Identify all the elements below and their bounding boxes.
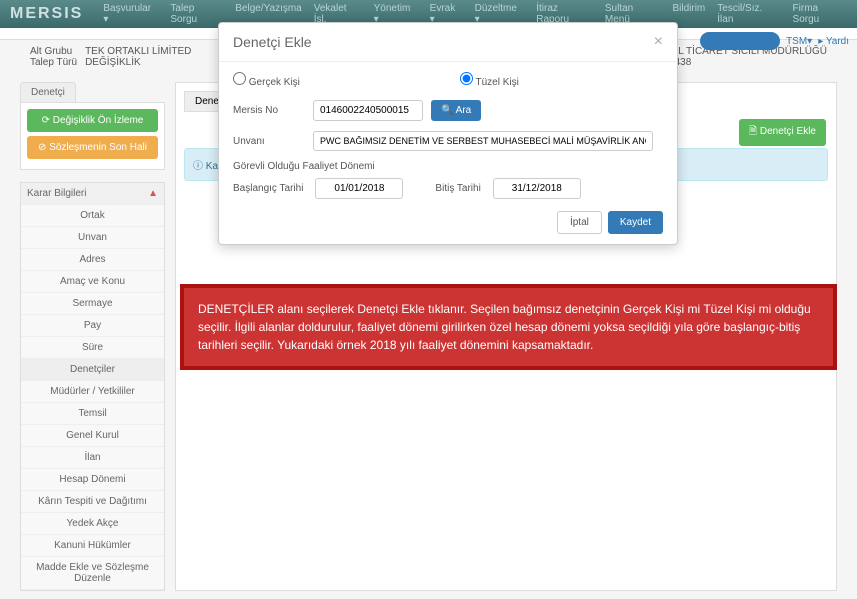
logo: MERSIS bbox=[10, 5, 83, 23]
talep-turu-value: DEĞİŞİKLİK bbox=[85, 57, 191, 68]
start-date-label: Başlangıç Tarihi bbox=[233, 183, 303, 194]
nav-bildirim[interactable]: Bildirim bbox=[672, 3, 705, 25]
radio-tuzel-kisi[interactable]: Tüzel Kişi bbox=[460, 72, 519, 88]
sidebar-tab[interactable]: Denetçi bbox=[20, 82, 76, 102]
sidebar-item-ortak[interactable]: Ortak bbox=[21, 205, 164, 227]
sidebar-item-sermaye[interactable]: Sermaye bbox=[21, 293, 164, 315]
warning-icon: ▲ bbox=[148, 188, 158, 199]
sidebar-item-madde-ekle[interactable]: Madde Ekle ve Sözleşme Düzenle bbox=[21, 557, 164, 590]
sidebar-item-pay[interactable]: Pay bbox=[21, 315, 164, 337]
sidebar-item-yedek-akce[interactable]: Yedek Akçe bbox=[21, 513, 164, 535]
sidebar-item-sure[interactable]: Süre bbox=[21, 337, 164, 359]
sidebar-item-temsil[interactable]: Temsil bbox=[21, 403, 164, 425]
unvani-input[interactable] bbox=[313, 131, 653, 151]
sidebar-item-kar-tespit[interactable]: Kârın Tespiti ve Dağıtımı bbox=[21, 491, 164, 513]
search-pill[interactable] bbox=[700, 32, 780, 50]
modal-header: Denetçi Ekle × bbox=[219, 23, 677, 62]
sidebar-item-ilan[interactable]: İlan bbox=[21, 447, 164, 469]
start-date-input[interactable] bbox=[315, 178, 403, 199]
mersis-no-label: Mersis No bbox=[233, 105, 305, 116]
sidebar-list: Karar Bilgileri ▲ Ortak Unvan Adres Amaç… bbox=[20, 182, 165, 591]
radio-gercek-kisi[interactable]: Gerçek Kişi bbox=[233, 72, 300, 88]
btn-save[interactable]: Kaydet bbox=[608, 211, 663, 234]
modal-title: Denetçi Ekle bbox=[233, 34, 312, 50]
instruction-callout: DENETÇİLER alanı seçilerek Denetçi Ekle … bbox=[180, 284, 837, 370]
alt-grubu-label: Alt Grubu bbox=[30, 46, 72, 57]
alt-grubu-value: TEK ORTAKLI LİMİTED bbox=[85, 46, 191, 57]
top-right-controls: TSM▾ ▸ Yardı bbox=[700, 32, 849, 50]
end-date-label: Bitiş Tarihi bbox=[435, 183, 480, 194]
nav-tescil[interactable]: Tescil/Sız. İlan bbox=[717, 3, 780, 25]
nav-firma[interactable]: Firma Sorgu bbox=[793, 3, 847, 25]
btn-cancel[interactable]: İptal bbox=[557, 211, 602, 234]
sidebar-item-denetciler[interactable]: Denetçiler bbox=[21, 359, 164, 381]
sidebar-item-adres[interactable]: Adres bbox=[21, 249, 164, 271]
help-link[interactable]: ▸ Yardı bbox=[818, 36, 849, 47]
btn-contract-last[interactable]: ⊘ Sözleşmenin Son Hali bbox=[27, 136, 158, 159]
sidebar-item-unvan[interactable]: Unvan bbox=[21, 227, 164, 249]
nav-basvurular[interactable]: Başvurular ▾ bbox=[103, 3, 158, 25]
nav-talep-sorgu[interactable]: Talep Sorgu bbox=[170, 3, 223, 25]
tsm-dropdown[interactable]: TSM▾ bbox=[786, 36, 812, 47]
sidebar-item-hesap-donemi[interactable]: Hesap Dönemi bbox=[21, 469, 164, 491]
close-icon[interactable]: × bbox=[654, 33, 663, 51]
btn-preview[interactable]: ⟳ Değişiklik Ön İzleme bbox=[27, 109, 158, 132]
btn-add-auditor[interactable]: 🗎 Denetçi Ekle bbox=[739, 119, 826, 146]
modal-body: Gerçek Kişi Tüzel Kişi Mersis No 🔍 Ara U… bbox=[219, 62, 677, 244]
sidebar-item-amac[interactable]: Amaç ve Konu bbox=[21, 271, 164, 293]
modal-add-auditor: Denetçi Ekle × Gerçek Kişi Tüzel Kişi Me… bbox=[218, 22, 678, 245]
end-date-input[interactable] bbox=[493, 178, 581, 199]
btn-search[interactable]: 🔍 Ara bbox=[431, 100, 481, 121]
sidebar-item-mudurler[interactable]: Müdürler / Yetkililer bbox=[21, 381, 164, 403]
sidebar-item-genel-kurul[interactable]: Genel Kurul bbox=[21, 425, 164, 447]
sidebar: Denetçi ⟳ Değişiklik Ön İzleme ⊘ Sözleşm… bbox=[20, 82, 165, 591]
mersis-no-input[interactable] bbox=[313, 100, 423, 121]
sidebar-item-karar[interactable]: Karar Bilgileri ▲ bbox=[21, 183, 164, 205]
period-label: Görevli Olduğu Faaliyet Dönemi bbox=[233, 161, 663, 172]
talep-turu-label: Talep Türü bbox=[30, 57, 77, 68]
unvani-label: Unvanı bbox=[233, 136, 305, 147]
